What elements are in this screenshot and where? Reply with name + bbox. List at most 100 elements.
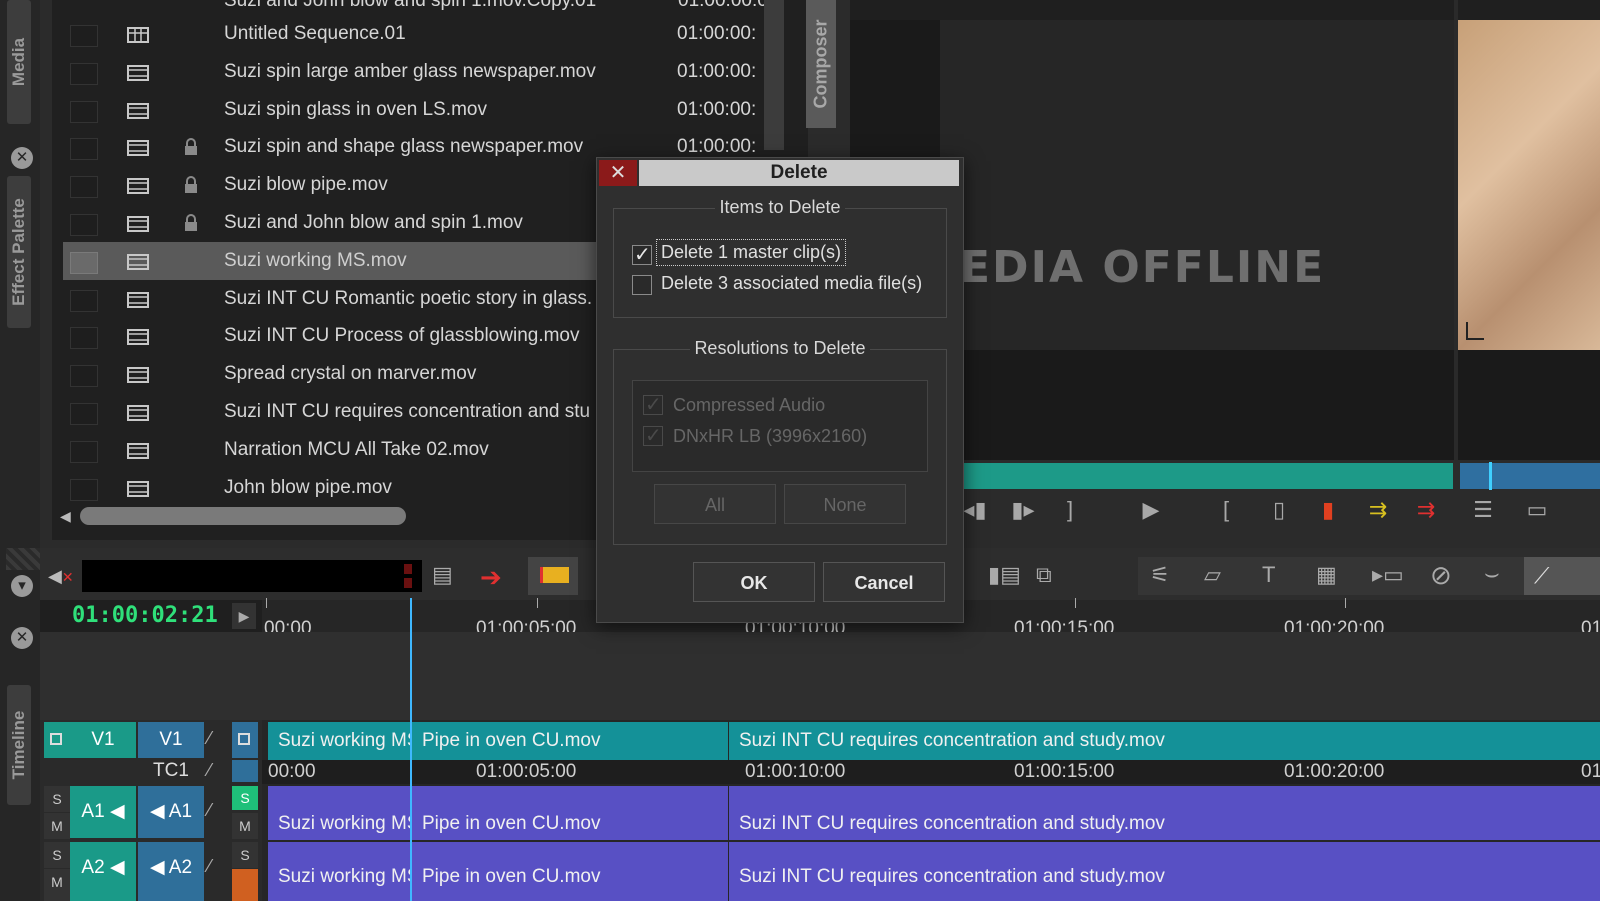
media-offline-text: EDIA OFFLINE: [960, 242, 1326, 293]
dissolve-icon[interactable]: ⌣: [1484, 560, 1500, 588]
render-icon[interactable]: ▦: [1316, 562, 1337, 588]
position-bar-source[interactable]: [1460, 463, 1600, 489]
row-color-box[interactable]: [70, 25, 98, 47]
effect-editor-icon[interactable]: ▱: [1204, 562, 1221, 588]
v1-clip-2[interactable]: Pipe in oven CU.mov: [412, 722, 728, 760]
play-icon[interactable]: ▶: [1136, 497, 1166, 533]
tab-effect-palette[interactable]: Effect Palette: [7, 176, 31, 328]
a1-mute-button[interactable]: M: [44, 813, 70, 839]
row-color-box[interactable]: [70, 214, 98, 236]
a1-clip-3[interactable]: Suzi INT CU requires concentration and s…: [729, 786, 1600, 840]
remove-effect-icon[interactable]: ⊘: [1430, 560, 1452, 591]
row-color-box[interactable]: [70, 403, 98, 425]
scroll-left-icon[interactable]: ◀: [60, 508, 71, 525]
a2-mute-button[interactable]: M: [44, 869, 70, 901]
playhead[interactable]: [410, 598, 412, 901]
sync-lock-icon[interactable]: ⁄: [208, 800, 211, 821]
tc1-toggle[interactable]: [232, 760, 258, 782]
bin-row-partial[interactable]: Suzi and John blow and spin 1.mov.Copy.0…: [60, 0, 800, 11]
step-back-icon[interactable]: ◂▮: [960, 497, 990, 533]
resize-grip[interactable]: [6, 548, 40, 570]
v1-clip-1[interactable]: Suzi working MS.mov: [268, 722, 414, 760]
overwrite-icon[interactable]: ⇉: [1410, 497, 1442, 533]
mark-clip-icon[interactable]: ▯: [1264, 497, 1294, 533]
a1-clip-1[interactable]: Suzi working MS.mov: [268, 786, 414, 840]
bin-row[interactable]: Suzi spin glass in oven LS.mov 01:00:00:0: [63, 91, 803, 129]
bin-row[interactable]: Suzi spin large amber glass newspaper.mo…: [63, 53, 803, 91]
bin-row[interactable]: Suzi working MS.mov: [63, 241, 603, 280]
a1-clip-2[interactable]: Pipe in oven CU.mov: [412, 786, 728, 840]
mixer-icon[interactable]: ⚟: [1150, 562, 1170, 588]
tc1-track[interactable]: TC1: [138, 760, 204, 782]
add-marker-icon[interactable]: ▮: [1320, 497, 1336, 533]
delete-master-clip-checkbox[interactable]: [632, 242, 652, 267]
row-color-box[interactable]: [70, 440, 98, 463]
bin-row[interactable]: Untitled Sequence.01 01:00:00:0: [63, 15, 803, 53]
sync-lock-icon[interactable]: ⁄: [208, 728, 211, 749]
tab-media[interactable]: Media: [7, 0, 31, 124]
v1-clip-3[interactable]: Suzi INT CU requires concentration and s…: [729, 722, 1600, 760]
a2-clip-1[interactable]: Suzi working MS.mov: [268, 842, 414, 901]
step-forward-icon[interactable]: ▮▸: [1008, 497, 1038, 533]
a2-source-track[interactable]: A2 ◀: [70, 842, 136, 901]
row-color-box[interactable]: [70, 138, 98, 161]
close-effect-palette-icon[interactable]: ✕: [11, 147, 33, 169]
a1-source-track[interactable]: A1 ◀: [70, 786, 136, 838]
bin-scroll-thumb[interactable]: [80, 507, 406, 525]
bin-row-tc: 01:00:00:0: [677, 60, 757, 82]
list-view-icon[interactable]: ☰: [1466, 497, 1500, 533]
close-icon[interactable]: ✕: [599, 160, 637, 186]
position-indicator[interactable]: [1489, 462, 1492, 490]
lift-arrow-icon[interactable]: ➔: [480, 562, 502, 593]
row-color-box[interactable]: [70, 327, 98, 350]
mark-in-icon[interactable]: [: [1216, 497, 1236, 533]
a1-solo-button[interactable]: S: [44, 786, 70, 812]
a1-solo-record-button[interactable]: S: [232, 786, 258, 810]
row-color-box[interactable]: [70, 251, 98, 274]
row-color-box[interactable]: [70, 176, 98, 199]
sync-lock-icon[interactable]: ⁄: [208, 760, 211, 781]
film-strip-icon[interactable]: ▭: [1520, 497, 1554, 533]
tab-timeline[interactable]: Timeline: [7, 685, 31, 805]
delete-media-files-label[interactable]: Delete 3 associated media file(s): [661, 273, 922, 294]
sync-lock-icon[interactable]: ⁄: [208, 856, 211, 877]
a2-solo-record-button[interactable]: S: [232, 842, 258, 868]
bin-vertical-scrollbar[interactable]: [764, 0, 784, 150]
mark-out-icon[interactable]: ]: [1060, 497, 1080, 533]
collapse-arrow-icon[interactable]: ▾: [11, 575, 33, 597]
film-icon[interactable]: ▤: [432, 562, 453, 588]
title-tool-icon[interactable]: T: [1262, 562, 1275, 588]
cancel-button[interactable]: Cancel: [823, 562, 945, 602]
v1-record-track[interactable]: V1: [138, 722, 204, 758]
segment-mode-button[interactable]: [528, 557, 578, 595]
a1-mute-record-button[interactable]: M: [232, 813, 258, 839]
row-color-box[interactable]: [70, 100, 98, 123]
row-color-box[interactable]: [70, 289, 98, 312]
row-color-box[interactable]: [70, 62, 98, 85]
row-color-box[interactable]: [70, 365, 98, 388]
a2-clip-3[interactable]: Suzi INT CU requires concentration and s…: [729, 842, 1600, 901]
close-timeline-icon[interactable]: ✕: [11, 627, 33, 649]
none-button: None: [784, 484, 906, 524]
keyframe-tool-button[interactable]: ⟋: [1524, 557, 1600, 595]
clip-export-icon[interactable]: ▸▭: [1372, 562, 1404, 588]
row-color-box[interactable]: [70, 478, 98, 501]
motion-effect-icon[interactable]: ⧉: [1036, 562, 1052, 588]
v1-monitor-toggle[interactable]: [44, 722, 70, 758]
delete-master-clip-label[interactable]: Delete 1 master clip(s): [656, 239, 847, 266]
position-bar-record[interactable]: [960, 463, 1453, 489]
a1-record-track[interactable]: ◀ A1: [138, 786, 204, 838]
a2-mute-record-button[interactable]: [232, 869, 258, 901]
tab-composer[interactable]: Composer: [806, 0, 836, 128]
trim-icon[interactable]: ▮▤: [988, 562, 1021, 588]
v1-video-monitor[interactable]: [232, 722, 258, 758]
delete-media-files-checkbox[interactable]: [632, 275, 652, 295]
splice-in-icon[interactable]: ⇉: [1362, 497, 1394, 533]
a2-record-track[interactable]: ◀ A2: [138, 842, 204, 901]
v1-source-track[interactable]: V1: [70, 722, 136, 758]
audio-mute-icon[interactable]: ◀✕: [48, 566, 74, 587]
a2-clip-2[interactable]: Pipe in oven CU.mov: [412, 842, 728, 901]
ok-button[interactable]: OK: [693, 562, 815, 602]
a2-solo-button[interactable]: S: [44, 842, 70, 868]
timecode-menu-icon[interactable]: ▶: [232, 603, 256, 629]
